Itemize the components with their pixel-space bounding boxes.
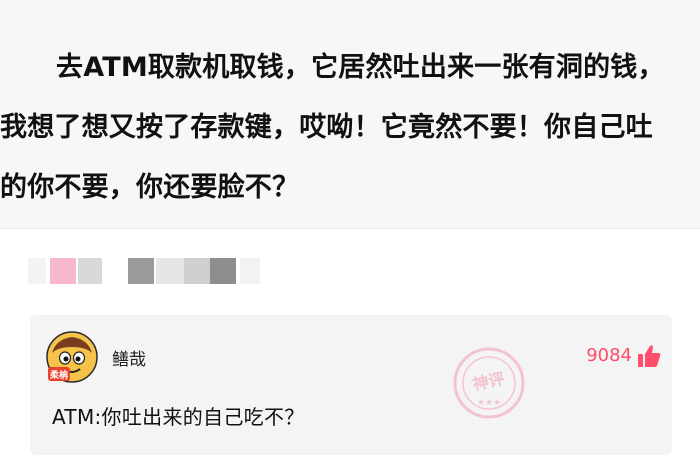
god-comment-stamp-icon: 神评 ★★★ [453, 347, 525, 419]
comment-username[interactable]: 鳝哉 [112, 345, 146, 370]
stamp-text: 神评 [471, 369, 506, 394]
svg-text:★★★: ★★★ [477, 398, 501, 408]
comment-text: ATM:你吐出来的自己吃不？ [52, 405, 305, 429]
comment-card[interactable]: 柔柟 鳝哉 神评 ★★★ 9084 ATM:你吐出来的自己吃不？ [30, 315, 672, 455]
like-count: 9084 [586, 345, 632, 366]
post-text: 去ATM取款机取钱，它居然吐出来一张有洞的钱，我想了想又按了存款键，哎呦！它竟然… [0, 52, 665, 203]
post-content: 去ATM取款机取钱，它居然吐出来一张有洞的钱，我想了想又按了存款键，哎呦！它竟然… [0, 0, 700, 229]
thumbs-up-icon[interactable] [636, 343, 662, 369]
blurred-user-info [28, 258, 278, 284]
avatar[interactable]: 柔柟 [46, 331, 98, 383]
avatar-badge-text: 柔柟 [49, 369, 68, 381]
